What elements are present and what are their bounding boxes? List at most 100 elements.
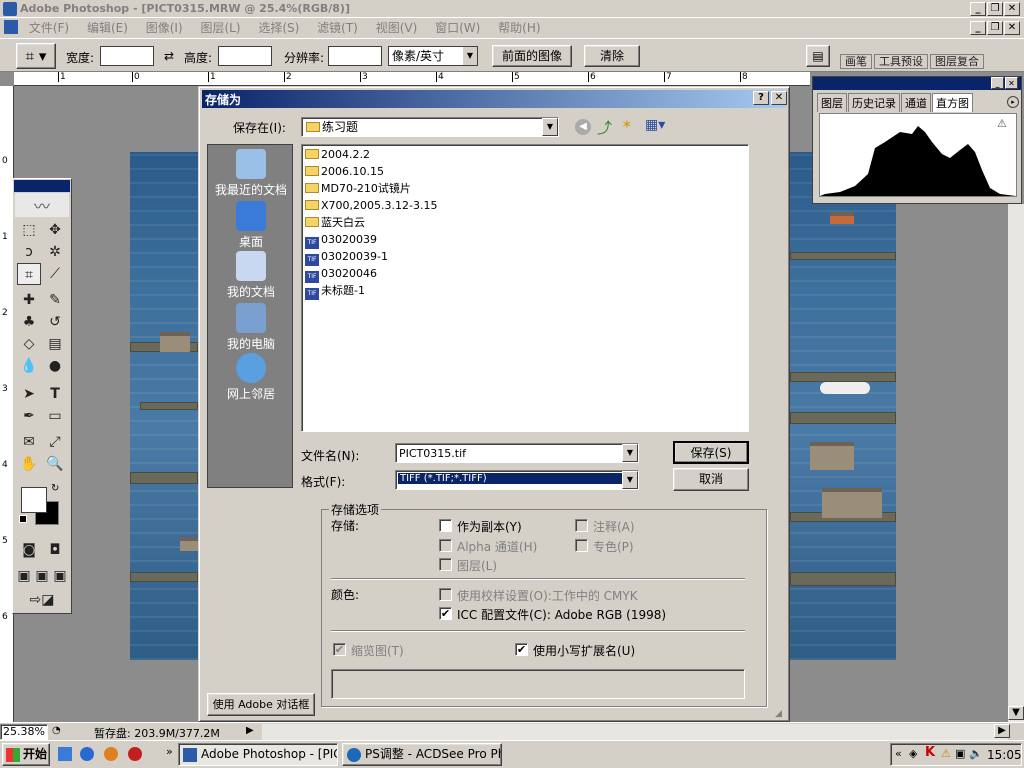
feather-logo-icon[interactable]: 〰	[15, 193, 69, 217]
new-folder-icon[interactable]: ✶	[621, 117, 633, 133]
tray-volume-icon[interactable]: 🔈	[969, 747, 983, 760]
zoom-tool-icon[interactable]: 🔍	[43, 453, 67, 475]
menu-file[interactable]: 文件(F)	[22, 18, 76, 37]
eyedropper-tool-icon[interactable]: ⤢	[43, 431, 67, 453]
back-icon[interactable]: ◀	[575, 119, 591, 135]
list-item[interactable]: TIF 03020039-1	[305, 249, 388, 266]
list-item[interactable]: 2006.10.15	[305, 164, 384, 180]
crop-tool-icon[interactable]: ⌗	[17, 263, 41, 285]
tab-layer-comps[interactable]: 图层复合	[930, 54, 984, 69]
slice-tool-icon[interactable]: ⟋	[43, 263, 67, 285]
chevron-down-icon[interactable]: ▼	[622, 444, 638, 462]
jump-to-imageready-icon[interactable]: ⇨◪	[17, 589, 67, 611]
gradient-tool-icon[interactable]: ▤	[43, 333, 67, 355]
tray-antivirus-icon[interactable]: K	[925, 745, 935, 760]
filename-input[interactable]: PICT0315.tif ▼	[395, 443, 639, 463]
taskbar-photoshop[interactable]: Adobe Photoshop - [PIC...	[178, 743, 338, 766]
menu-filter[interactable]: 滤镜(T)	[310, 18, 365, 37]
front-image-button[interactable]: 前面的图像	[492, 45, 572, 67]
up-folder-icon[interactable]: ⤴	[597, 117, 612, 138]
place-my-computer[interactable]: 我的电脑	[208, 303, 294, 352]
menu-select[interactable]: 选择(S)	[251, 18, 306, 37]
save-in-dropdown[interactable]: 练习题 ▼	[301, 117, 559, 137]
as-copy-checkbox[interactable]	[439, 519, 452, 532]
doc-restore-button[interactable]: ❐	[987, 21, 1003, 35]
blur-tool-icon[interactable]: 💧	[17, 355, 41, 377]
history-brush-tool-icon[interactable]: ↺	[43, 311, 67, 333]
tray-app-icon[interactable]: ◈	[909, 747, 917, 760]
list-item[interactable]: TIF 03020039	[305, 232, 377, 249]
start-button[interactable]: 开始	[2, 743, 50, 766]
resize-grip-icon[interactable]: ◢	[775, 709, 782, 719]
dodge-tool-icon[interactable]: ●	[43, 355, 67, 377]
list-item[interactable]: TIF 03020046	[305, 266, 377, 283]
list-item[interactable]: X700,2005.3.12-3.15	[305, 198, 437, 214]
resolution-input[interactable]	[328, 46, 382, 66]
quicklaunch-media-icon[interactable]	[104, 747, 118, 761]
palette-close-button[interactable]: ✕	[1005, 77, 1018, 89]
notes-tool-icon[interactable]: ✉	[17, 431, 41, 453]
horizontal-scrollbar[interactable]	[262, 724, 1008, 740]
tab-tool-presets[interactable]: 工具预设	[874, 54, 928, 69]
swap-colors-icon[interactable]: ↻	[51, 483, 59, 494]
default-colors-icon[interactable]	[19, 515, 27, 523]
unit-select[interactable]: 像素/英寸 ▼	[388, 46, 478, 66]
tray-network-icon[interactable]: ▣	[955, 747, 965, 760]
healing-brush-tool-icon[interactable]: ✚	[17, 289, 41, 311]
status-menu-icon[interactable]: ▶	[246, 725, 254, 736]
clone-stamp-tool-icon[interactable]: ♣	[17, 311, 41, 333]
menu-help[interactable]: 帮助(H)	[491, 18, 547, 37]
palette-well-icon[interactable]: ▤	[806, 45, 830, 67]
menu-view[interactable]: 视图(V)	[369, 18, 425, 37]
menu-image[interactable]: 图像(I)	[139, 18, 190, 37]
list-item[interactable]: TIF 未标题-1	[305, 283, 365, 300]
chevron-down-icon[interactable]: ▼	[622, 471, 638, 489]
height-input[interactable]	[218, 46, 272, 66]
type-tool-icon[interactable]: T	[43, 383, 67, 405]
place-network[interactable]: 网上邻居	[208, 353, 294, 402]
tab-layers[interactable]: 图层	[817, 93, 847, 112]
width-input[interactable]	[100, 46, 154, 66]
shape-tool-icon[interactable]: ▭	[43, 405, 67, 427]
quicklaunch-more-icon[interactable]: »	[166, 745, 173, 758]
foreground-color-swatch[interactable]	[21, 487, 47, 513]
pen-tool-icon[interactable]: ✒	[17, 405, 41, 427]
place-desktop[interactable]: 桌面	[208, 201, 294, 250]
menu-edit[interactable]: 编辑(E)	[80, 18, 135, 37]
eraser-tool-icon[interactable]: ◇	[17, 333, 41, 355]
restore-button[interactable]: ❐	[987, 2, 1003, 16]
chevron-down-icon[interactable]: ▼	[542, 118, 558, 136]
crop-tool-preset[interactable]: ⌗ ▾	[16, 43, 56, 69]
list-item[interactable]: 蓝天白云	[305, 215, 365, 231]
swap-icon[interactable]: ⇄	[164, 49, 174, 63]
quick-mask-mode-icon[interactable]: ◘	[43, 539, 67, 561]
dialog-close-button[interactable]: ✕	[771, 91, 787, 105]
brush-tool-icon[interactable]: ✎	[43, 289, 67, 311]
cancel-button[interactable]: 取消	[673, 468, 749, 491]
magic-wand-tool-icon[interactable]: ✲	[43, 241, 67, 263]
use-adobe-dialog-button[interactable]: 使用 Adobe 对话框	[207, 693, 315, 716]
doc-minimize-button[interactable]: _	[970, 21, 986, 35]
quicklaunch-ie-icon[interactable]	[80, 747, 94, 761]
marquee-tool-icon[interactable]: ⬚	[17, 219, 41, 241]
tab-brushes[interactable]: 画笔	[840, 54, 872, 69]
palette-minimize-button[interactable]: _	[991, 77, 1004, 89]
list-item[interactable]: MD70-210试镜片	[305, 181, 411, 197]
clear-button[interactable]: 清除	[584, 45, 640, 67]
close-button[interactable]: ✕	[1004, 2, 1020, 16]
screen-mode-menubar-icon[interactable]: ▣	[33, 565, 51, 587]
tab-histogram[interactable]: 直方图	[932, 93, 973, 112]
move-tool-icon[interactable]: ✥	[43, 219, 67, 241]
place-recent[interactable]: 我最近的文档	[208, 149, 294, 198]
lowercase-extension-checkbox[interactable]: ✔	[515, 643, 528, 656]
list-item[interactable]: 2004.2.2	[305, 147, 370, 163]
warning-icon[interactable]: ⚠	[997, 117, 1007, 130]
dialog-help-button[interactable]: ?	[753, 91, 769, 105]
vertical-scrollbar[interactable]	[1008, 204, 1024, 722]
screen-mode-full-icon[interactable]: ▣	[51, 565, 69, 587]
icc-profile-checkbox[interactable]: ✔	[439, 607, 452, 620]
menu-layer[interactable]: 图层(L)	[193, 18, 247, 37]
menu-window[interactable]: 窗口(W)	[428, 18, 487, 37]
scroll-down-button[interactable]: ▼	[1008, 706, 1024, 720]
tray-expand-icon[interactable]: «	[895, 747, 902, 760]
